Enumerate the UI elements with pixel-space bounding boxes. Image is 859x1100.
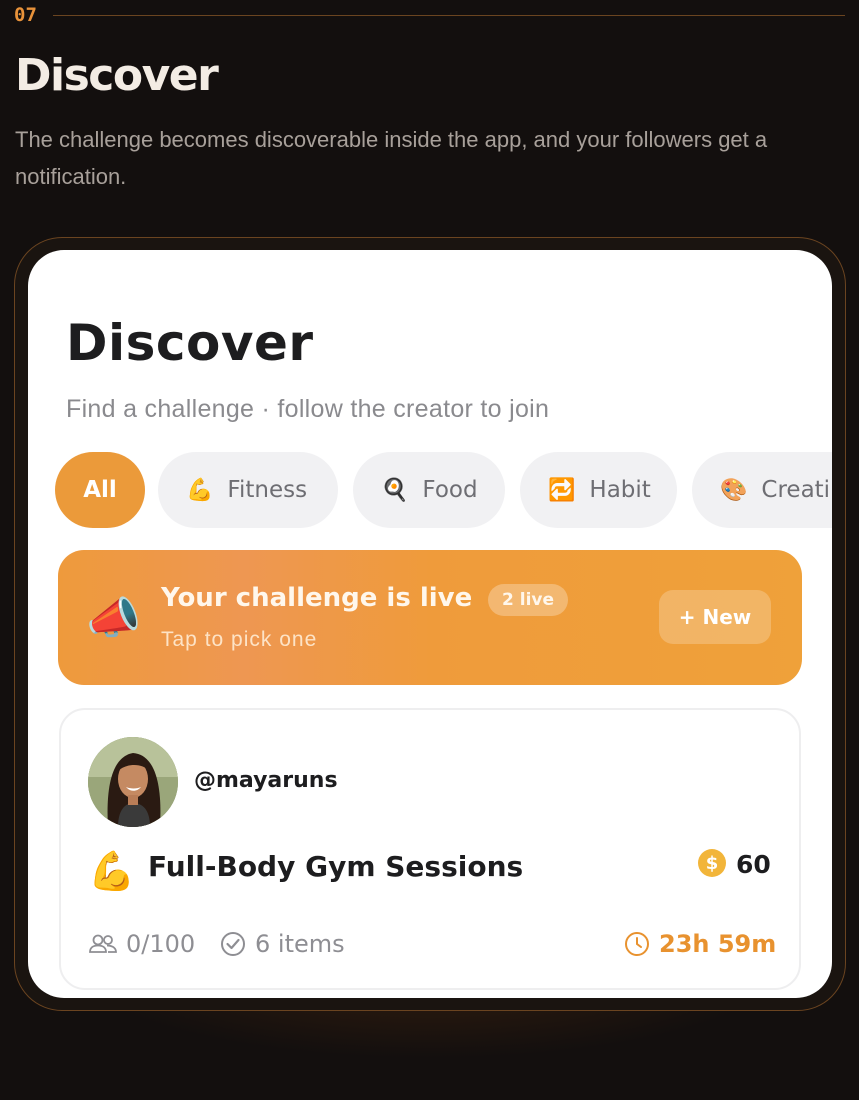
check-circle-icon	[221, 932, 245, 956]
step-divider	[52, 14, 845, 16]
avatar-portrait	[88, 737, 178, 827]
repeat-icon: 🔁	[548, 477, 576, 503]
banner-subtitle: Tap to pick one	[161, 628, 318, 651]
new-challenge-button[interactable]: + New	[659, 590, 771, 644]
items-count: 6 items	[255, 930, 345, 958]
live-challenge-banner[interactable]: 📣 Your challenge is live 2 live Tap to p…	[58, 550, 802, 685]
chip-food[interactable]: 🍳 Food	[353, 452, 505, 528]
clock-icon	[625, 932, 649, 956]
section-description: The challenge becomes discoverable insid…	[15, 127, 768, 189]
palette-icon: 🎨	[720, 477, 748, 503]
banner-title: Your challenge is live	[161, 583, 473, 613]
chip-label: Creati	[761, 477, 831, 503]
time-left: 23h 59m	[659, 930, 777, 958]
participants-meta: 0/100	[88, 930, 195, 958]
section-title: Discover	[15, 50, 219, 101]
chip-habit[interactable]: 🔁 Habit	[520, 452, 677, 528]
chip-creative[interactable]: 🎨 Creati	[692, 452, 832, 528]
chip-label: Fitness	[227, 477, 308, 503]
step-header: 07	[14, 4, 845, 26]
megaphone-icon: 📣	[86, 594, 141, 643]
frying-pan-icon: 🍳	[381, 477, 409, 503]
items-meta: 6 items	[219, 930, 345, 958]
phone-screen: Discover Find a challenge · follow the c…	[28, 250, 832, 998]
people-icon	[89, 934, 117, 953]
chip-fitness[interactable]: 💪 Fitness	[158, 452, 338, 528]
avatar[interactable]	[88, 737, 178, 827]
creator-handle[interactable]: @mayaruns	[194, 768, 338, 793]
reward-amount: 60	[736, 850, 771, 879]
chip-label: Food	[422, 477, 478, 503]
live-count-badge: 2 live	[488, 584, 569, 616]
chip-all[interactable]: All	[55, 452, 145, 528]
app-title: Discover	[66, 314, 314, 372]
chip-label: Habit	[589, 477, 651, 503]
challenge-card[interactable]: @mayaruns 💪 Full-Body Gym Sessions $ 60 …	[59, 708, 801, 990]
flexed-biceps-icon: 💪	[186, 477, 214, 503]
app-subtitle: Find a challenge · follow the creator to…	[66, 395, 550, 423]
chip-label: All	[83, 477, 117, 503]
flexed-biceps-icon: 💪	[88, 851, 136, 893]
challenge-title: Full-Body Gym Sessions	[148, 850, 524, 883]
coin-icon: $	[698, 849, 726, 877]
step-number: 07	[14, 4, 37, 26]
participants-count: 0/100	[126, 930, 196, 958]
time-left-meta: 23h 59m	[623, 930, 776, 958]
